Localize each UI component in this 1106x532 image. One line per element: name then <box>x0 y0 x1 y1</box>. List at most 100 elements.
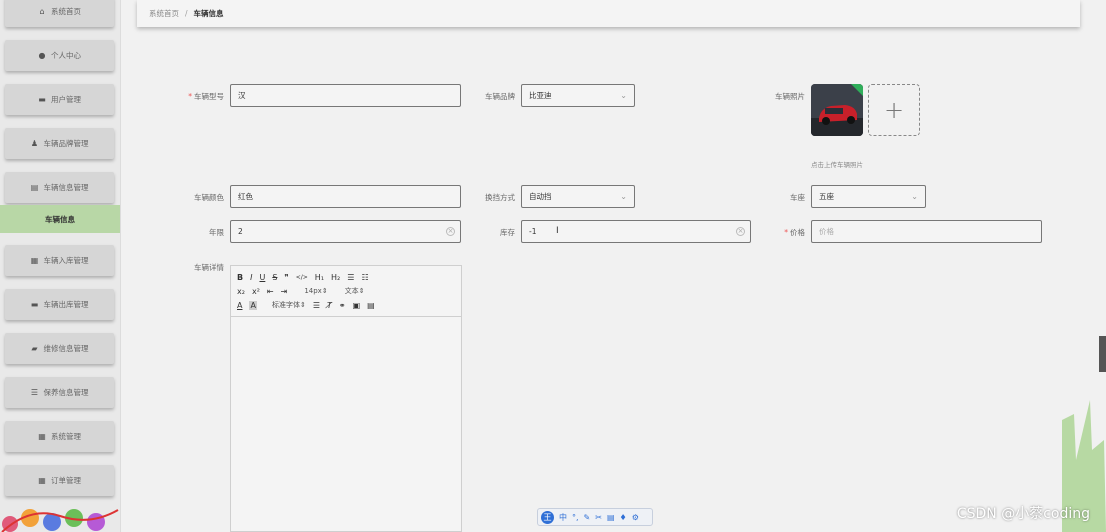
sliders-icon: ☰ <box>30 387 39 397</box>
gearbox-value: 自动挡 <box>529 192 552 201</box>
upload-hint: 点击上传车辆照片 <box>811 161 863 169</box>
tools-icon[interactable]: ✂ <box>595 513 602 522</box>
bold-button[interactable]: B <box>237 273 243 282</box>
years-value: 2 <box>238 227 243 236</box>
ime-language[interactable]: 中 <box>559 512 567 523</box>
bullet-list-button[interactable]: ☷ <box>361 273 368 282</box>
background-color-icon[interactable]: A <box>249 300 257 310</box>
sidebar-item-home[interactable]: ⌂ 系统首页 <box>5 0 114 27</box>
editor-content-area[interactable] <box>231 317 461 531</box>
font-size-value: 14px <box>304 287 322 295</box>
sidebar-item-maintenance[interactable]: ☰ 保养信息管理 <box>5 377 114 408</box>
link-icon[interactable]: ⚭ <box>339 301 346 310</box>
color-input[interactable]: 红色 <box>230 185 461 208</box>
h1-button[interactable]: H₁ <box>315 273 324 282</box>
settings-icon[interactable]: ⚙ <box>632 513 639 522</box>
sidebar: ⌂ 系统首页 ● 个人中心 ▬ 用户管理 ♟ 车辆品牌管理 ▤ 车辆信息管理 车… <box>0 0 121 532</box>
person-icon: ♟ <box>30 138 39 148</box>
sidebar-item-brands[interactable]: ♟ 车辆品牌管理 <box>5 128 114 159</box>
sidebar-item-label: 车辆入库管理 <box>43 256 89 265</box>
outdent-button[interactable]: ⇤ <box>267 287 274 296</box>
user-icon: ● <box>38 50 46 60</box>
color-value: 红色 <box>238 192 253 201</box>
sidebar-item-label: 车辆信息管理 <box>43 183 89 192</box>
side-scroll-tab[interactable] <box>1099 336 1106 372</box>
indent-button[interactable]: ⇥ <box>281 287 288 296</box>
sidebar-item-repair[interactable]: ▰ 维修信息管理 <box>5 333 114 364</box>
sidebar-item-profile[interactable]: ● 个人中心 <box>5 40 114 71</box>
breadcrumb-separator: / <box>185 9 188 18</box>
brand-select[interactable]: 比亚迪 ⌄ <box>521 84 635 107</box>
document-icon: ▤ <box>30 182 39 192</box>
sidebar-item-label: 保养信息管理 <box>43 388 89 397</box>
decorative-logo <box>1 509 119 532</box>
italic-button[interactable]: I <box>250 273 252 282</box>
text-style-value: 文本 <box>344 287 359 295</box>
quote-button[interactable]: ❞ <box>284 273 288 282</box>
clear-format-icon[interactable]: T̸ <box>327 301 332 310</box>
grid-icon: ▦ <box>30 255 39 265</box>
sidebar-item-users[interactable]: ▬ 用户管理 <box>5 84 114 115</box>
sidebar-item-label: 订单管理 <box>51 476 81 485</box>
punctuation-icon[interactable]: °, <box>572 513 579 522</box>
font-color-icon[interactable]: A <box>237 301 242 310</box>
upload-photo-button[interactable]: + <box>868 84 920 136</box>
clear-icon[interactable]: × <box>736 227 745 236</box>
sidebar-item-orders[interactable]: ▦ 订单管理 <box>5 465 114 496</box>
breadcrumb-home[interactable]: 系统首页 <box>149 8 179 19</box>
clear-icon[interactable]: × <box>446 227 455 236</box>
sidebar-item-stock-out[interactable]: ▬ 车辆出库管理 <box>5 289 114 320</box>
breadcrumb: 系统首页 / 车辆信息 <box>137 0 1080 27</box>
required-mark: * <box>784 228 788 237</box>
model-input[interactable]: 汉 <box>230 84 461 107</box>
align-icon[interactable]: ☰ <box>313 301 320 310</box>
sidebar-item-label: 系统管理 <box>51 432 81 441</box>
pen-icon[interactable]: ✎ <box>584 513 591 522</box>
updown-icon: ⇕ <box>358 287 365 295</box>
color-label: 车辆颜色 <box>194 193 224 202</box>
seats-value: 五座 <box>819 192 834 201</box>
updown-icon: ⇕ <box>321 287 328 295</box>
price-label: * 价格 <box>762 227 805 238</box>
font-size-select[interactable]: 14px⇕ <box>304 287 327 295</box>
code-button[interactable]: </> <box>296 274 308 281</box>
strike-button[interactable]: S <box>272 273 277 282</box>
font-family-select[interactable]: 标准字体⇕ <box>272 300 306 310</box>
grid-icon: ▦ <box>38 475 46 485</box>
price-input[interactable]: 价格 <box>811 220 1042 243</box>
photo-label: 车辆照片 <box>775 92 805 101</box>
skin-icon[interactable]: ♦ <box>620 513 627 522</box>
brand-value: 比亚迪 <box>529 91 552 100</box>
sidebar-subitem-label: 车辆信息 <box>45 214 75 224</box>
monitor-icon: ▬ <box>38 94 46 104</box>
seats-select[interactable]: 五座 ⌄ <box>811 185 926 208</box>
sidebar-item-vehicles[interactable]: ▤ 车辆信息管理 <box>5 172 114 203</box>
underline-button[interactable]: U <box>259 273 265 282</box>
model-label: * 车辆型号 <box>180 91 224 102</box>
superscript-button[interactable]: x² <box>252 287 260 296</box>
car-photo-thumbnail[interactable] <box>811 84 863 136</box>
h2-button[interactable]: H₂ <box>331 273 340 282</box>
image-icon[interactable]: ▣ <box>353 301 361 310</box>
sidebar-subitem-vehicle-info[interactable]: 车辆信息 <box>0 205 120 233</box>
stock-label: 库存 <box>500 228 515 237</box>
grid-icon: ▦ <box>38 431 46 441</box>
years-input[interactable]: 2 × <box>230 220 461 243</box>
text-style-select[interactable]: 文本⇕ <box>345 286 365 296</box>
rich-text-editor[interactable]: B I U S ❞ </> H₁ H₂ ☰ ☷ x₂ x² ⇤ ⇥ 14px⇕ … <box>230 265 462 532</box>
keyboard-icon[interactable]: ▤ <box>607 513 615 522</box>
video-icon[interactable]: ▤ <box>367 301 375 310</box>
ordered-list-button[interactable]: ☰ <box>347 273 354 282</box>
editor-toolbar: B I U S ❞ </> H₁ H₂ ☰ ☷ x₂ x² ⇤ ⇥ 14px⇕ … <box>231 266 461 317</box>
sidebar-item-label: 用户管理 <box>51 95 81 104</box>
font-family-value: 标准字体 <box>271 301 300 309</box>
subscript-button[interactable]: x₂ <box>237 287 245 296</box>
sidebar-item-system[interactable]: ▦ 系统管理 <box>5 421 114 452</box>
years-label: 年限 <box>209 228 224 237</box>
updown-icon: ⇕ <box>299 301 306 309</box>
required-mark: * <box>188 92 192 101</box>
sidebar-item-stock-in[interactable]: ▦ 车辆入库管理 <box>5 245 114 276</box>
gearbox-select[interactable]: 自动挡 ⌄ <box>521 185 635 208</box>
sidebar-item-label: 个人中心 <box>51 51 81 60</box>
ime-toolbar[interactable]: 王 中 °, ✎ ✂ ▤ ♦ ⚙ <box>537 508 653 526</box>
